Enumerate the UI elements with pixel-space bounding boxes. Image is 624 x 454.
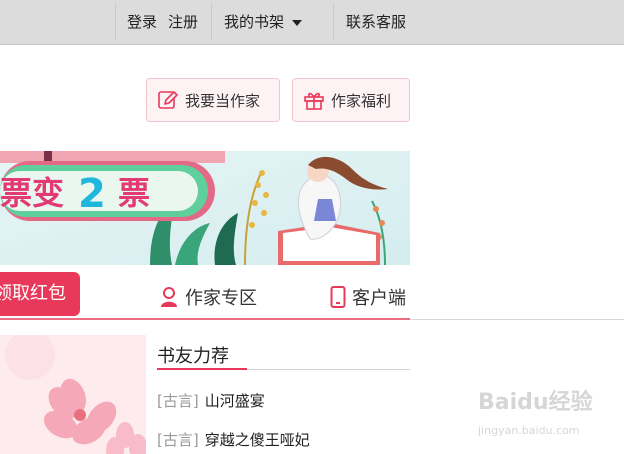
- book-title: 穿越之傻王哑妃: [204, 431, 310, 449]
- client-link[interactable]: 客户端: [330, 284, 406, 310]
- author-benefits-button[interactable]: 作家福利: [292, 78, 410, 122]
- caret-down-icon: [292, 19, 303, 26]
- section-title-underline: [157, 368, 247, 370]
- author-avatar-icon: [161, 287, 177, 307]
- divider: [211, 4, 212, 40]
- customer-service-link[interactable]: 联系客服: [346, 0, 406, 44]
- mobile-phone-icon: [330, 286, 346, 308]
- divider: [410, 319, 624, 320]
- section-title: 书友力荐: [157, 346, 229, 367]
- banner-text-c: 票: [118, 174, 150, 212]
- client-label: 客户端: [352, 288, 406, 309]
- watermark-url: jingyan.baidu.com: [478, 424, 580, 437]
- author-zone-label: 作家专区: [185, 288, 257, 309]
- list-item[interactable]: [古言] 山河盛宴: [157, 390, 265, 411]
- bookshelf-label: 我的书架: [224, 13, 285, 31]
- banner-text-b: 2: [78, 171, 106, 217]
- book-cover-image[interactable]: [0, 335, 146, 454]
- divider: [333, 4, 334, 40]
- divider: [115, 4, 116, 40]
- list-item[interactable]: [古言] 穿越之傻王哑妃: [157, 429, 310, 450]
- author-benefits-label: 作家福利: [331, 91, 392, 110]
- flower-artwork: [0, 335, 146, 454]
- genre-tag: [古言]: [157, 431, 199, 449]
- quick-nav-row: 领取红包 作家专区 客户端: [0, 270, 410, 320]
- genre-tag: [古言]: [157, 392, 199, 410]
- promo-banner[interactable]: 票变 2 票: [0, 151, 410, 265]
- banner-artwork: 票变 2 票: [0, 151, 410, 265]
- register-link[interactable]: 注册: [168, 0, 198, 44]
- watermark-logo: Baidu经验: [478, 390, 593, 415]
- pencil-icon: [158, 91, 178, 109]
- become-author-label: 我要当作家: [185, 91, 261, 110]
- author-zone-link[interactable]: 作家专区: [159, 284, 257, 310]
- gift-icon: [304, 92, 324, 110]
- red-packet-button[interactable]: 领取红包: [0, 272, 80, 316]
- book-title: 山河盛宴: [204, 392, 265, 410]
- top-navigation-bar: 登录 注册 我的书架 联系客服: [0, 0, 624, 45]
- become-author-button[interactable]: 我要当作家: [146, 78, 280, 122]
- nav-underline: [0, 318, 410, 320]
- banner-text-a: 票变: [0, 174, 64, 212]
- login-link[interactable]: 登录: [127, 0, 157, 44]
- bookshelf-menu[interactable]: 我的书架: [224, 0, 303, 44]
